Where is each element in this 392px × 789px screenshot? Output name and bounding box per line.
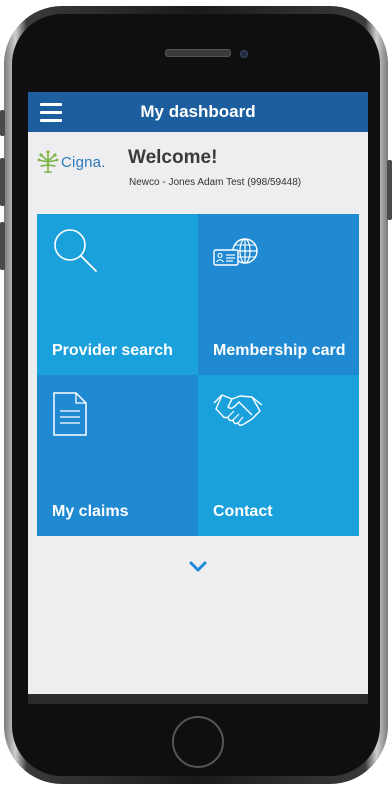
front-camera (240, 50, 248, 58)
handshake-icon (213, 394, 263, 426)
tile-label: My claims (52, 503, 129, 520)
document-icon (53, 392, 87, 436)
cigna-logo: Cigna. (37, 150, 106, 174)
volume-up-button (0, 158, 5, 206)
dashboard-grid: Provider search Membership card My claim… (37, 214, 359, 536)
app-screen: My dashboard Cigna. Welcome! Newco - Jon… (28, 92, 368, 694)
search-icon (54, 229, 97, 272)
welcome-heading: Welcome! (128, 147, 218, 168)
tile-label: Membership card (213, 342, 346, 359)
power-button (387, 160, 392, 220)
provider-search-tile[interactable]: Provider search (37, 214, 198, 375)
home-button[interactable] (172, 716, 224, 768)
volume-down-button (0, 222, 5, 270)
tree-of-life-icon (37, 150, 59, 173)
chevron-down-icon[interactable] (188, 560, 208, 574)
id-card-globe-icon (213, 238, 258, 266)
tile-label: Provider search (52, 342, 173, 359)
membership-card-tile[interactable]: Membership card (198, 214, 359, 375)
contact-tile[interactable]: Contact (198, 375, 359, 536)
earpiece-speaker (165, 49, 231, 57)
silent-switch (0, 110, 5, 136)
welcome-section: Cigna. Welcome! Newco - Jones Adam Test … (28, 132, 368, 214)
app-header: My dashboard (28, 92, 368, 132)
logo-text: Cigna. (61, 153, 106, 171)
page-title: My dashboard (140, 102, 256, 121)
tile-label: Contact (213, 503, 273, 520)
account-info: Newco - Jones Adam Test (998/59448) (129, 177, 302, 188)
my-claims-tile[interactable]: My claims (37, 375, 198, 536)
screen-bottom-edge (28, 694, 368, 704)
